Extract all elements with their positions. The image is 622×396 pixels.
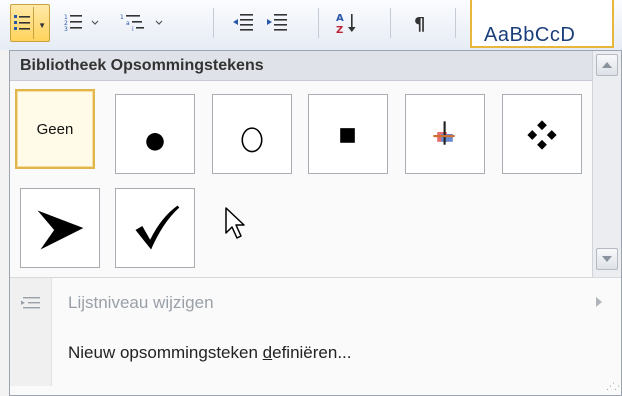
- resize-grip-icon[interactable]: ⋰⋰: [606, 381, 622, 392]
- mouse-pointer-icon: [225, 207, 245, 239]
- submenu-arrow-icon: [596, 297, 602, 307]
- menu-divider: [10, 277, 621, 278]
- panel-title: Bibliotheek Opsommingstekens: [10, 51, 592, 81]
- pilcrow-icon: ¶: [414, 14, 425, 34]
- ribbon-separator: [455, 8, 456, 38]
- arrowhead-icon: [37, 210, 84, 250]
- multilevel-list-button[interactable]: 1 a i: [116, 4, 170, 42]
- scroll-down-button[interactable]: [596, 248, 618, 270]
- accelerator-key: d: [262, 343, 273, 362]
- svg-text:Z: Z: [336, 25, 343, 35]
- filled-square-icon: [340, 128, 355, 143]
- bullet-gallery: Geen: [10, 81, 592, 277]
- checkmark-icon: [135, 205, 180, 250]
- svg-text:i: i: [132, 26, 134, 33]
- define-new-bullet-label: Nieuw opsommingsteken definiëren...: [68, 343, 352, 363]
- sort-button[interactable]: A Z: [332, 4, 362, 42]
- bullet-library-dropdown: Bibliotheek Opsommingstekens Geen Lijstn…: [9, 50, 622, 396]
- bullet-option-filled-square[interactable]: [308, 94, 388, 174]
- ribbon-paragraph-group: ▼ 1 2 3 1 a i A Z ¶ AaBbCcD: [0, 0, 622, 50]
- chevron-up-icon: [602, 62, 612, 68]
- scroll-up-button[interactable]: [596, 54, 618, 76]
- bullets-button[interactable]: ▼: [10, 4, 50, 42]
- ribbon-separator: [213, 8, 214, 38]
- show-formatting-marks-button[interactable]: ¶: [404, 4, 438, 42]
- chevron-down-icon: [602, 256, 612, 262]
- svg-text:¶: ¶: [414, 14, 425, 34]
- bullet-option-checkmark[interactable]: [115, 188, 195, 268]
- decrease-indent-button[interactable]: [228, 4, 258, 42]
- bullet-option-label: Geen: [36, 120, 74, 138]
- bullet-option-four-diamonds[interactable]: [502, 94, 582, 174]
- bullet-list-icon: [13, 13, 31, 33]
- split-divider: [33, 7, 34, 39]
- ribbon-separator: [390, 8, 391, 38]
- svg-text:3: 3: [64, 26, 68, 33]
- color-cross-icon: [433, 121, 455, 145]
- multilevel-list-icon: 1 a i: [120, 14, 163, 33]
- svg-text:1: 1: [120, 14, 124, 21]
- bullet-option-none[interactable]: Geen: [15, 89, 95, 169]
- change-list-level-label: Lijstniveau wijzigen: [68, 293, 214, 312]
- sort-az-icon: A Z: [336, 13, 356, 35]
- gallery-scrollbar[interactable]: [592, 51, 621, 277]
- label-part: efiniëren...: [272, 343, 352, 362]
- four-diamonds-icon: [527, 120, 557, 150]
- style-gallery-preview[interactable]: AaBbCcD: [470, 0, 614, 48]
- change-list-level-item[interactable]: Lijstniveau wijzigen: [10, 284, 621, 322]
- bullet-option-arrowhead[interactable]: [20, 188, 100, 268]
- define-new-bullet-item[interactable]: Nieuw opsommingsteken definiëren...: [10, 334, 621, 372]
- label-part: Nieuw opsommingsteken: [68, 343, 263, 362]
- svg-text:A: A: [336, 13, 344, 24]
- decrease-indent-icon: [233, 14, 253, 31]
- bullet-option-hollow-circle[interactable]: [212, 94, 292, 174]
- ribbon-separator: [318, 8, 319, 38]
- style-preview-text: AaBbCcD: [484, 24, 576, 46]
- bullet-option-color-cross[interactable]: [405, 94, 485, 174]
- svg-text:a: a: [126, 20, 130, 27]
- bullet-option-filled-circle[interactable]: [115, 94, 195, 174]
- hollow-circle-icon: [241, 127, 263, 153]
- filled-circle-icon: [146, 133, 164, 151]
- increase-indent-button[interactable]: [262, 4, 292, 42]
- numbering-button[interactable]: 1 2 3: [60, 4, 104, 42]
- numbered-list-icon: 1 2 3: [64, 14, 99, 33]
- chevron-down-icon[interactable]: ▼: [38, 21, 46, 30]
- list-level-icon: [20, 294, 42, 317]
- increase-indent-icon: [267, 14, 287, 31]
